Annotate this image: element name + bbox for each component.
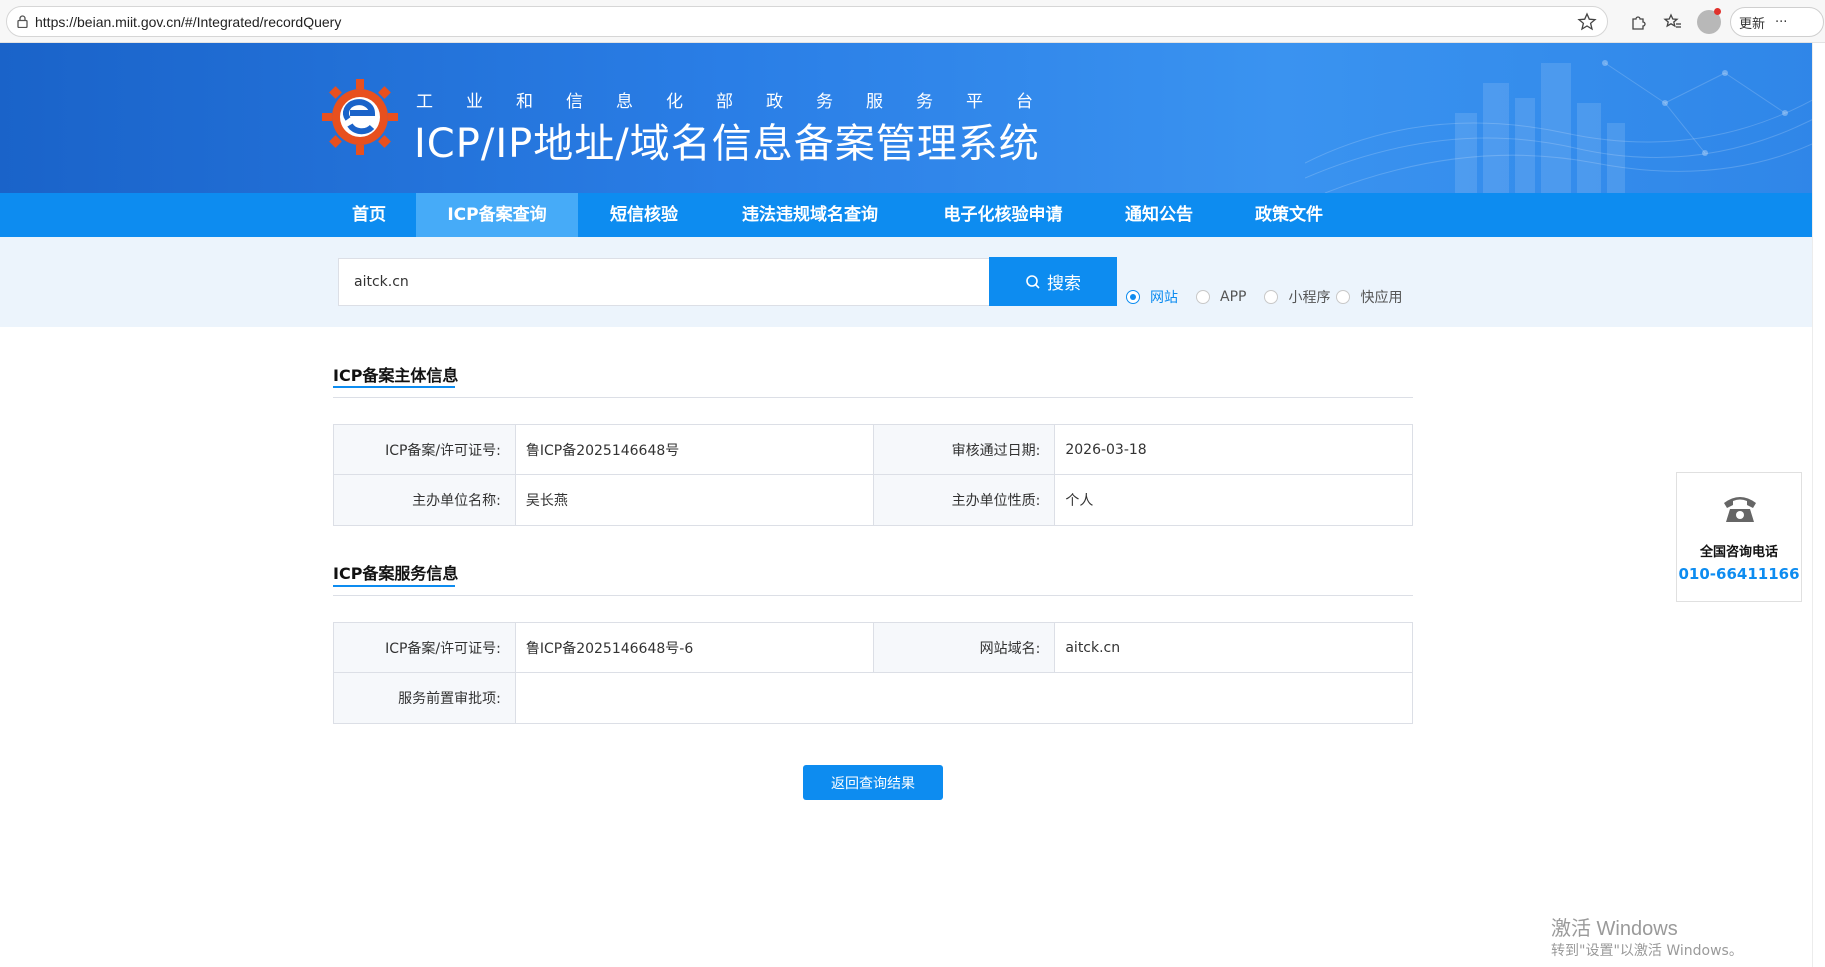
service-license-value: 鲁ICP备2025146648号-6	[516, 623, 874, 672]
radio-app[interactable]: APP	[1196, 289, 1246, 305]
nav-notices[interactable]: 通知公告	[1112, 193, 1206, 237]
main-nav: 首页 ICP备案查询 短信核验 违法违规域名查询 电子化核验申请 通知公告 政策…	[0, 193, 1825, 237]
hotline-number: 010-66411166	[1678, 565, 1800, 583]
update-button[interactable]: 更新 ···	[1730, 7, 1824, 37]
radio-checked-icon[interactable]	[1126, 290, 1140, 304]
approval-value	[516, 673, 1412, 723]
back-to-results-button[interactable]: 返回查询结果	[803, 765, 943, 800]
section-divider	[333, 397, 1413, 398]
hotline-label: 全国咨询电话	[1699, 545, 1778, 560]
table-row: 服务前置审批项:	[334, 673, 1412, 723]
notification-dot	[1714, 8, 1721, 15]
favorite-star-icon[interactable]	[1577, 12, 1597, 32]
city-skyline-decoration	[1305, 60, 1825, 193]
scrollbar[interactable]	[1812, 43, 1825, 967]
nav-illegal-domain[interactable]: 违法违规域名查询	[726, 193, 894, 237]
nav-sms-verify[interactable]: 短信核验	[594, 193, 694, 237]
search-button-label: 搜索	[1047, 274, 1081, 293]
domain-label: 网站域名:	[873, 623, 1056, 672]
nav-e-verify[interactable]: 电子化核验申请	[928, 193, 1078, 237]
section-divider	[333, 595, 1413, 596]
more-menu-icon[interactable]: ···	[1775, 15, 1787, 30]
miit-logo-icon	[322, 79, 398, 155]
service-info-title: ICP备案服务信息	[333, 564, 459, 583]
search-input[interactable]	[338, 258, 990, 306]
org-nature-label: 主办单位性质:	[873, 475, 1056, 525]
phone-icon	[1724, 497, 1756, 522]
radio-label: 网站	[1150, 290, 1178, 306]
date-label: 审核通过日期:	[873, 425, 1056, 474]
service-license-label: ICP备案/许可证号:	[334, 623, 516, 672]
radio-quick-app[interactable]: 快应用	[1336, 287, 1402, 307]
page-title: ICP/IP地址/域名信息备案管理系统	[414, 121, 1040, 167]
header-banner: 工业和信息化部政务服务平台 ICP/IP地址/域名信息备案管理系统	[0, 43, 1825, 193]
org-nature-value: 个人	[1065, 493, 1094, 509]
nav-policy[interactable]: 政策文件	[1242, 193, 1336, 237]
table-row: 主办单位名称: 吴长燕 主办单位性质: 个人	[334, 475, 1412, 525]
section-underline	[333, 386, 455, 388]
domain-value: aitck.cn	[1065, 639, 1121, 656]
approval-label: 服务前置审批项:	[334, 673, 516, 723]
nav-icp-query[interactable]: ICP备案查询	[416, 193, 578, 237]
address-bar[interactable]: https://beian.miit.gov.cn/#/Integrated/r…	[6, 6, 1608, 37]
extensions-icon[interactable]	[1627, 11, 1649, 33]
table-row: ICP备案/许可证号: 鲁ICP备2025146648号-6 网站域名: ait…	[334, 623, 1412, 673]
radio-mini-program[interactable]: 小程序	[1264, 287, 1330, 307]
favorites-icon[interactable]	[1662, 11, 1684, 33]
radio-unchecked-icon[interactable]	[1196, 290, 1210, 304]
url-text: https://beian.miit.gov.cn/#/Integrated/r…	[35, 13, 342, 30]
subject-info-title: ICP备案主体信息	[333, 366, 459, 385]
activation-watermark-subtitle: 转到"设置"以激活 Windows。	[1551, 943, 1743, 959]
search-type-radio-group: 网站 APP 小程序 快应用	[1126, 287, 1410, 307]
hotline-widget[interactable]: 全国咨询电话 010-66411166	[1676, 472, 1802, 602]
service-info-table: ICP备案/许可证号: 鲁ICP备2025146648号-6 网站域名: ait…	[333, 622, 1413, 724]
search-button[interactable]: 搜索	[989, 257, 1117, 306]
radio-label: 快应用	[1360, 290, 1403, 306]
radio-website[interactable]: 网站	[1126, 287, 1178, 307]
search-icon	[1026, 274, 1040, 289]
org-name-value: 吴长燕	[516, 475, 874, 525]
nav-home[interactable]: 首页	[338, 193, 400, 237]
radio-unchecked-icon[interactable]	[1264, 290, 1279, 304]
table-row: ICP备案/许可证号: 鲁ICP备2025146648号 审核通过日期: 202…	[334, 425, 1412, 475]
subject-info-table: ICP备案/许可证号: 鲁ICP备2025146648号 审核通过日期: 202…	[333, 424, 1413, 526]
date-value: 2026-03-18	[1065, 441, 1147, 458]
browser-toolbar: https://beian.miit.gov.cn/#/Integrated/r…	[0, 0, 1825, 43]
radio-unchecked-icon[interactable]	[1336, 290, 1351, 304]
section-underline	[333, 585, 455, 587]
org-name-label: 主办单位名称:	[334, 475, 516, 525]
license-label: ICP备案/许可证号:	[334, 425, 516, 474]
radio-label: 小程序	[1288, 290, 1331, 306]
activation-watermark-title: 激活 Windows	[1551, 918, 1678, 940]
header-subtitle: 工业和信息化部政务服务平台	[416, 92, 1066, 112]
radio-label: APP	[1220, 289, 1247, 305]
update-label: 更新	[1739, 16, 1766, 32]
license-value: 鲁ICP备2025146648号	[516, 425, 874, 474]
lock-icon	[17, 15, 28, 28]
